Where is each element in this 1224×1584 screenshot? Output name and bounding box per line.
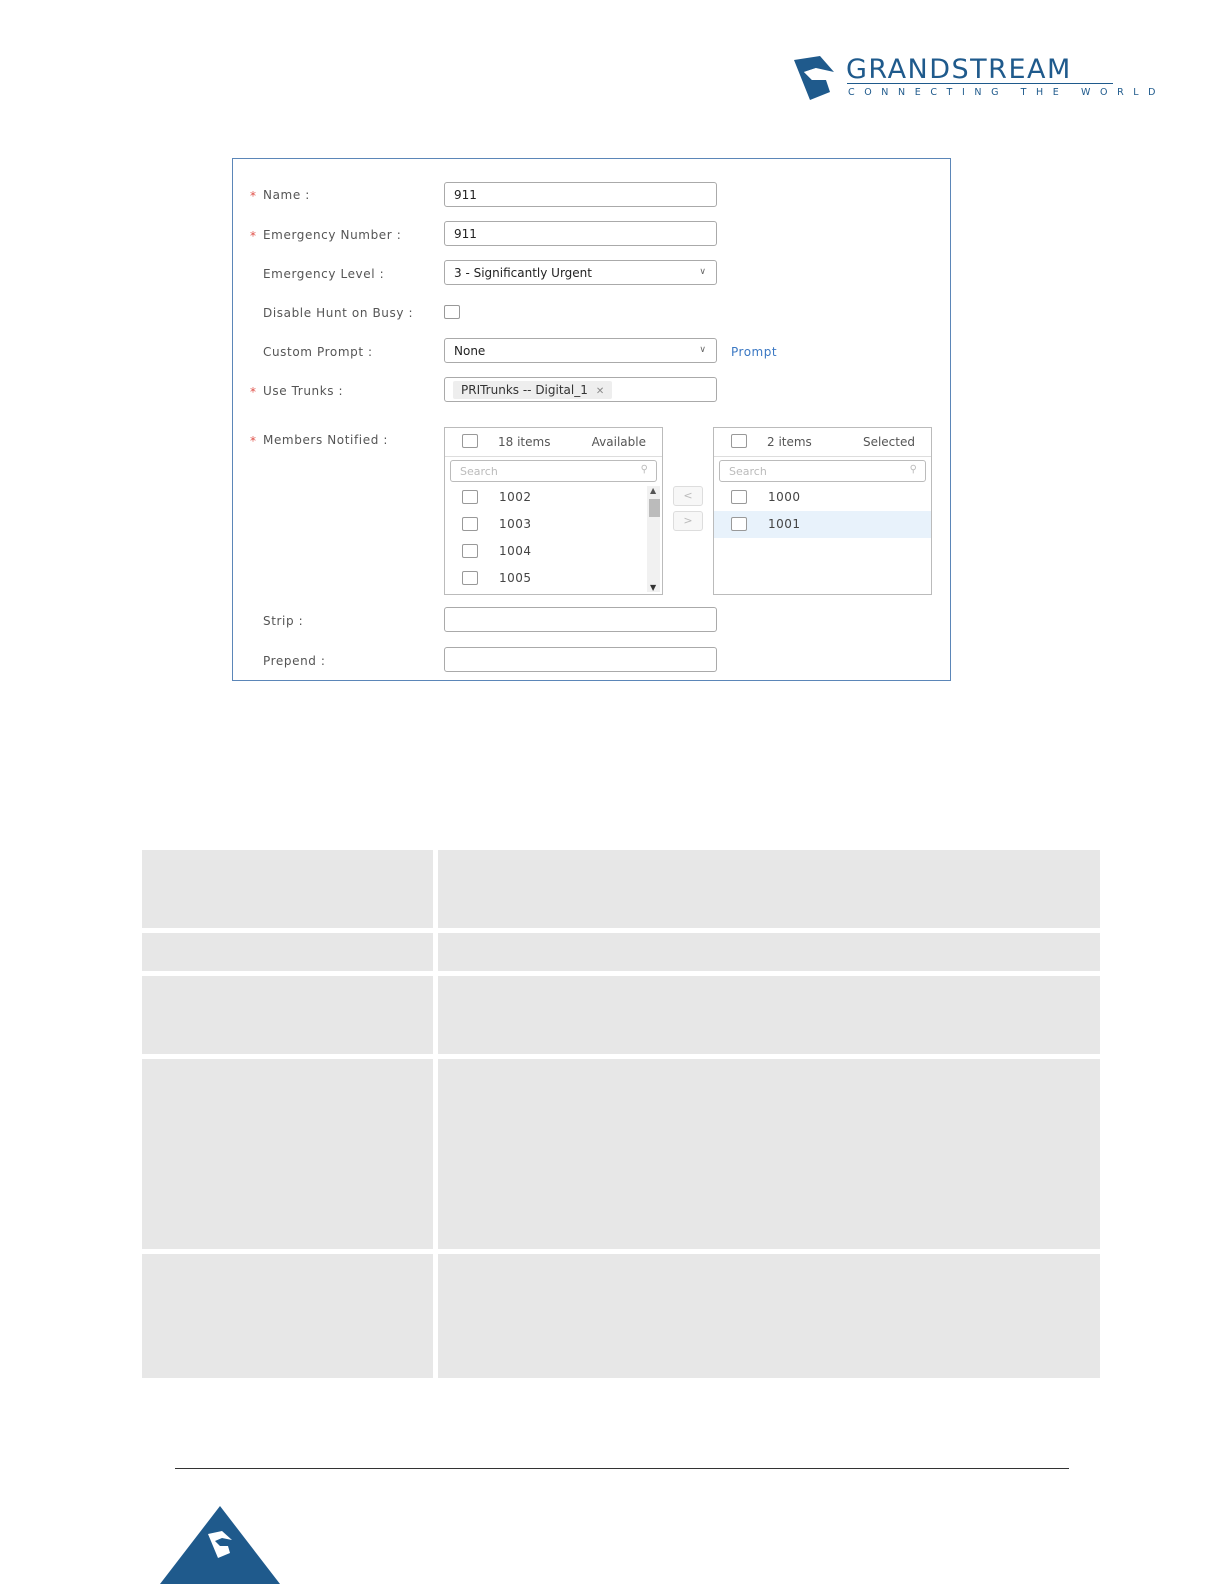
search-icon: ⚲ (640, 464, 648, 475)
selected-list-header: 2 items Selected (714, 428, 931, 457)
emergency-level-value: 3 - Significantly Urgent (454, 266, 592, 280)
chevron-down-icon: ∨ (699, 267, 706, 277)
move-left-button[interactable]: < (673, 486, 703, 506)
list-item[interactable]: 1002 (445, 484, 662, 511)
item-checkbox[interactable] (462, 571, 478, 585)
close-icon[interactable]: ✕ (596, 386, 604, 397)
available-scrollbar[interactable]: ▲ ▼ (647, 486, 660, 592)
selected-count: 2 items (767, 435, 812, 449)
item-label: 1005 (499, 571, 532, 585)
custom-prompt-value: None (454, 344, 486, 358)
available-list-header: 18 items Available (445, 428, 662, 457)
item-label: 1001 (768, 517, 801, 531)
trunk-tag-label: PRITrunks -- Digital_1 (461, 383, 588, 397)
required-marker: * (250, 434, 256, 448)
strip-label: Strip : (263, 614, 304, 628)
grandstream-footer-icon (160, 1506, 280, 1584)
move-right-button[interactable]: > (673, 511, 703, 531)
table-row (142, 850, 1100, 928)
item-checkbox[interactable] (462, 490, 478, 504)
emergency-number-value: 911 (454, 227, 477, 241)
name-label: Name : (263, 188, 310, 202)
prepend-label: Prepend : (263, 654, 326, 668)
list-item[interactable]: 1005 (445, 565, 662, 592)
name-input[interactable]: 911 (444, 182, 717, 207)
use-trunks-label: Use Trunks : (263, 384, 344, 398)
item-checkbox[interactable] (731, 517, 747, 531)
table-cell (142, 1254, 433, 1378)
list-item[interactable]: 1004 (445, 538, 662, 565)
selected-search-placeholder: Search (729, 465, 767, 478)
selected-state: Selected (862, 435, 915, 449)
strip-input[interactable] (444, 607, 717, 632)
table-cell (438, 976, 1100, 1054)
disable-hunt-label: Disable Hunt on Busy : (263, 306, 414, 320)
brand-tagline: CONNECTING THE WORLD (848, 87, 1166, 98)
item-label: 1003 (499, 517, 532, 531)
available-count: 18 items (498, 435, 551, 449)
scroll-up-icon[interactable]: ▲ (650, 486, 656, 495)
available-search-input[interactable]: Search ⚲ (450, 460, 657, 482)
required-marker: * (250, 229, 256, 243)
custom-prompt-label: Custom Prompt : (263, 345, 373, 359)
select-all-available-checkbox[interactable] (462, 434, 478, 448)
item-checkbox[interactable] (731, 490, 747, 504)
table-row (142, 1059, 1100, 1249)
search-icon: ⚲ (909, 464, 917, 475)
available-search-placeholder: Search (460, 465, 498, 478)
use-trunks-multiselect[interactable]: PRITrunks -- Digital_1 ✕ (444, 377, 717, 402)
table-cell (438, 1254, 1100, 1378)
table-cell (142, 850, 433, 928)
table-row (142, 1254, 1100, 1378)
table-row (142, 933, 1100, 971)
table-cell (438, 933, 1100, 971)
name-input-value: 911 (454, 188, 477, 202)
item-label: 1004 (499, 544, 532, 558)
disable-hunt-checkbox[interactable] (444, 305, 460, 319)
list-item[interactable]: 1000 (714, 484, 931, 511)
required-marker: * (250, 189, 256, 203)
item-checkbox[interactable] (462, 544, 478, 558)
emergency-level-label: Emergency Level : (263, 267, 385, 281)
list-item[interactable]: 1001 (714, 511, 931, 538)
item-checkbox[interactable] (462, 517, 478, 531)
item-label: 1000 (768, 490, 801, 504)
emergency-number-label: Emergency Number : (263, 228, 402, 242)
emergency-number-input[interactable]: 911 (444, 221, 717, 246)
required-marker: * (250, 385, 256, 399)
emergency-form-panel: * Name : 911 * Emergency Number : 911 Em… (232, 158, 951, 681)
item-label: 1002 (499, 490, 532, 504)
grandstream-logo: GRANDSTREAM CONNECTING THE WORLD (790, 52, 1156, 104)
trunk-tag: PRITrunks -- Digital_1 ✕ (453, 381, 613, 399)
emergency-level-select[interactable]: 3 - Significantly Urgent ∨ (444, 260, 717, 285)
list-item[interactable]: 1003 (445, 511, 662, 538)
available-state: Available (591, 435, 646, 449)
scrollbar-thumb[interactable] (649, 499, 660, 517)
available-members-list: 18 items Available Search ⚲ 1002 1003 10… (444, 427, 663, 595)
select-all-selected-checkbox[interactable] (731, 434, 747, 448)
footer-divider (175, 1468, 1069, 1469)
prepend-input[interactable] (444, 647, 717, 672)
members-notified-label: Members Notified : (263, 433, 388, 447)
selected-members-list: 2 items Selected Search ⚲ 1000 1001 (713, 427, 932, 595)
scroll-down-icon[interactable]: ▼ (650, 583, 656, 592)
table-cell (142, 933, 433, 971)
brand-rule (847, 83, 1113, 84)
table-cell (438, 1059, 1100, 1249)
grandstream-logo-icon (794, 56, 834, 100)
selected-search-input[interactable]: Search ⚲ (719, 460, 926, 482)
brand-name: GRANDSTREAM (846, 54, 1072, 85)
prompt-link[interactable]: Prompt (731, 345, 777, 359)
table-cell (142, 1059, 433, 1249)
table-cell (438, 850, 1100, 928)
table-cell (142, 976, 433, 1054)
custom-prompt-select[interactable]: None ∨ (444, 338, 717, 363)
table-row (142, 976, 1100, 1054)
chevron-down-icon: ∨ (699, 345, 706, 355)
